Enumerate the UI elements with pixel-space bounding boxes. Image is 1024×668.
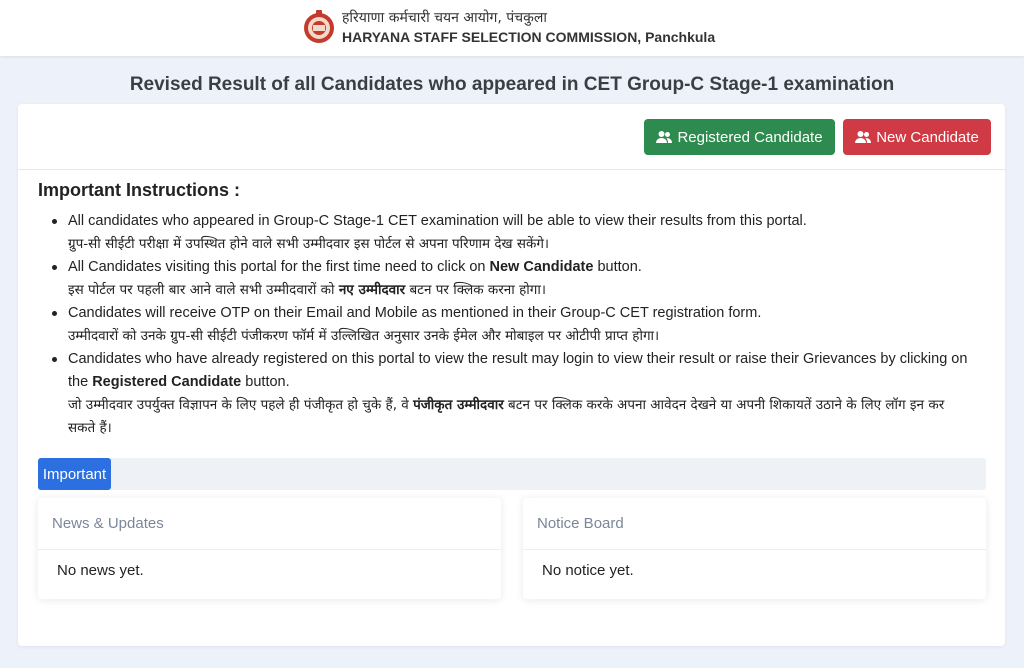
text-segment: button. <box>593 259 642 275</box>
registered-candidate-emphasis: Registered Candidate <box>92 374 242 390</box>
registered-candidate-label: Registered Candidate <box>677 128 823 146</box>
list-item: Candidates will receive OTP on their Ema… <box>48 302 968 348</box>
new-candidate-button[interactable]: New Candidate <box>843 119 991 155</box>
instructions-list: All candidates who appeared in Group-C S… <box>48 210 968 440</box>
page-title: Revised Result of all Candidates who app… <box>129 74 895 95</box>
list-item: Candidates who have already registered o… <box>48 348 968 440</box>
text-segment: जो उम्मीदवार उपर्युक्त विज्ञापन के लिए प… <box>68 397 414 413</box>
instruction-en: All candidates who appeared in Group-C S… <box>68 213 807 229</box>
instruction-hi: जो उम्मीदवार उपर्युक्त विज्ञापन के लिए प… <box>68 394 968 440</box>
notice-board-body: No notice yet. <box>542 562 634 579</box>
tab-bar: Important <box>38 458 986 490</box>
org-name-english: HARYANA STAFF SELECTION COMMISSION, Panc… <box>342 29 716 45</box>
list-item: All Candidates visiting this portal for … <box>48 256 968 302</box>
instructions-title: Important Instructions : <box>38 180 240 200</box>
users-icon <box>855 131 872 143</box>
notice-board-title: Notice Board <box>523 498 986 550</box>
news-updates-body: No news yet. <box>57 562 144 579</box>
instruction-hi: इस पोर्टल पर पहली बार आने वाले सभी उम्मी… <box>68 279 968 302</box>
org-name-hindi: हरियाणा कर्मचारी चयन आयोग, पंचकुला <box>342 10 547 26</box>
news-updates-title: News & Updates <box>38 498 501 550</box>
instruction-en: Candidates will receive OTP on their Ema… <box>68 305 762 321</box>
registered-candidate-button[interactable]: Registered Candidate <box>644 119 835 155</box>
new-candidate-emphasis-hi: नए उम्मीदवार <box>338 282 406 298</box>
card-header: Registered Candidate New Candidate <box>18 104 1005 170</box>
notice-board-panel: Notice Board No notice yet. <box>523 498 986 599</box>
main-card: Registered Candidate New Candidate Impor… <box>18 104 1005 646</box>
users-icon <box>656 131 673 143</box>
top-header: हरियाणा कर्मचारी चयन आयोग, पंचकुला HARYA… <box>0 0 1024 56</box>
text-segment: button. <box>241 374 290 390</box>
text-segment: इस पोर्टल पर पहली बार आने वाले सभी उम्मी… <box>68 282 339 298</box>
instruction-en: All Candidates visiting this portal for … <box>68 256 968 279</box>
new-candidate-emphasis: New Candidate <box>489 259 594 275</box>
list-item: All candidates who appeared in Group-C S… <box>48 210 968 256</box>
tab-important[interactable]: Important <box>38 458 111 490</box>
news-updates-panel: News & Updates No news yet. <box>38 498 501 599</box>
instruction-hi: उम्मीदवारों को उनके ग्रुप-सी सीईटी पंजीक… <box>68 328 660 344</box>
registered-candidate-emphasis-hi: पंजीकृत उम्मीदवार <box>413 397 504 413</box>
instruction-en: Candidates who have already registered o… <box>68 348 968 394</box>
text-segment: All Candidates visiting this portal for … <box>68 259 490 275</box>
text-segment: बटन पर क्लिक करना होगा। <box>405 282 546 298</box>
instruction-hi: ग्रुप-सी सीईटी परीक्षा में उपस्थित होने … <box>68 236 550 252</box>
new-candidate-label: New Candidate <box>876 128 979 146</box>
hssc-emblem-icon <box>302 8 336 46</box>
